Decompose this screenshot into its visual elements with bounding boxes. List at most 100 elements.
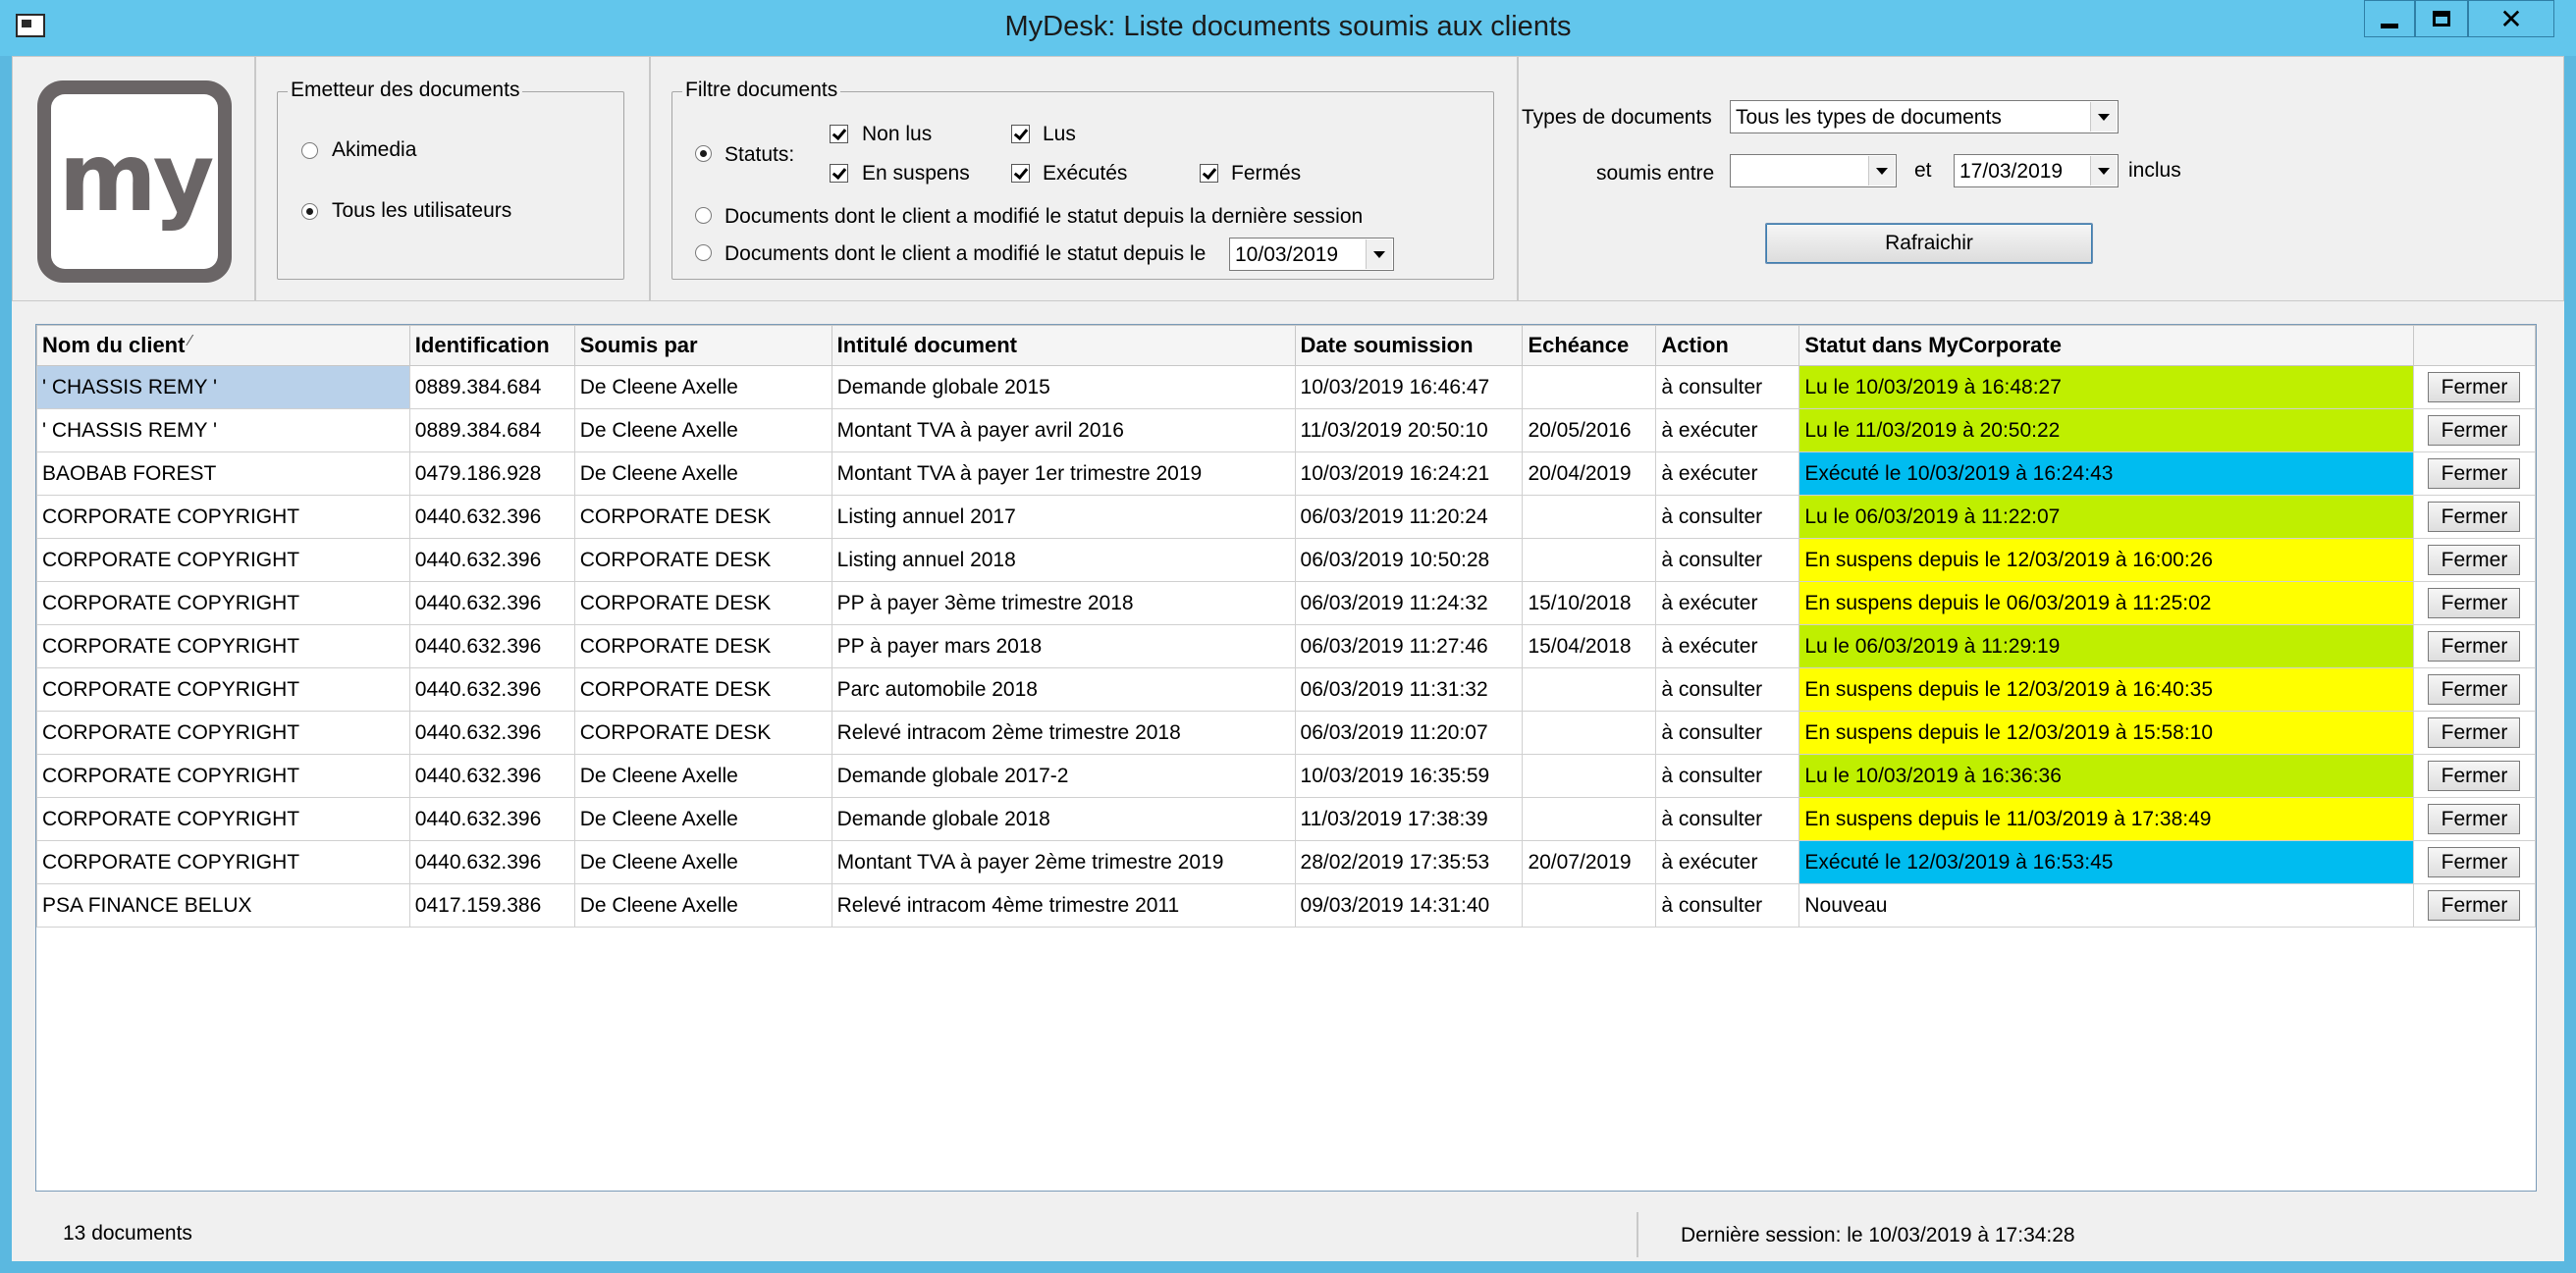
cell-intitule[interactable]: Montant TVA à payer avril 2016 [831, 408, 1296, 452]
cell-statut[interactable]: Nouveau [1798, 883, 2414, 928]
cell-date-soumission[interactable]: 10/03/2019 16:46:47 [1294, 365, 1524, 409]
check-en-suspens-label[interactable]: En suspens [862, 162, 970, 186]
col-header-echeance[interactable]: Echéance [1522, 325, 1657, 366]
table-row[interactable]: CORPORATE COPYRIGHT 0440.632.396 CORPORATE… [36, 538, 2536, 582]
cell-soumis-par[interactable]: De Cleene Axelle [573, 840, 832, 884]
cell-date-soumission[interactable]: 06/03/2019 11:20:07 [1294, 711, 1524, 755]
cell-echeance[interactable] [1522, 667, 1657, 712]
cell-intitule[interactable]: Montant TVA à payer 2ème trimestre 2019 [831, 840, 1296, 884]
col-header-intitule[interactable]: Intitulé document [831, 325, 1296, 366]
chevron-down-icon[interactable] [1366, 239, 1392, 269]
cell-intitule[interactable]: PP à payer 3ème trimestre 2018 [831, 581, 1296, 625]
cell-identification[interactable]: 0440.632.396 [408, 624, 575, 668]
cell-identification[interactable]: 0889.384.684 [408, 365, 575, 409]
depuis-date-picker[interactable]: 10/03/2019 [1229, 238, 1394, 271]
cell-identification[interactable]: 0440.632.396 [408, 840, 575, 884]
cell-nom-client[interactable]: CORPORATE COPYRIGHT [36, 581, 410, 625]
cell-action[interactable]: à consulter [1655, 711, 1800, 755]
cell-intitule[interactable]: Parc automobile 2018 [831, 667, 1296, 712]
cell-statut[interactable]: En suspens depuis le 11/03/2019 à 17:38:… [1798, 797, 2414, 841]
cell-date-soumission[interactable]: 11/03/2019 20:50:10 [1294, 408, 1524, 452]
date-from-picker[interactable] [1730, 154, 1897, 187]
radio-derniere-session[interactable] [695, 207, 712, 224]
cell-echeance[interactable] [1522, 797, 1657, 841]
cell-action[interactable]: à exécuter [1655, 840, 1800, 884]
cell-intitule[interactable]: Demande globale 2018 [831, 797, 1296, 841]
cell-identification[interactable]: 0417.159.386 [408, 883, 575, 928]
cell-date-soumission[interactable]: 06/03/2019 11:27:46 [1294, 624, 1524, 668]
col-header-statut[interactable]: Statut dans MyCorporate [1798, 325, 2414, 366]
fermer-button[interactable]: Fermer [2428, 804, 2521, 834]
radio-tous-utilisateurs-label[interactable]: Tous les utilisateurs [332, 199, 511, 223]
cell-nom-client[interactable]: CORPORATE COPYRIGHT [36, 711, 410, 755]
cell-intitule[interactable]: Listing annuel 2018 [831, 538, 1296, 582]
cell-echeance[interactable]: 15/10/2018 [1522, 581, 1657, 625]
fermer-button[interactable]: Fermer [2428, 890, 2521, 921]
table-row[interactable]: CORPORATE COPYRIGHT 0440.632.396 CORPORATE… [36, 711, 2536, 755]
col-header-soumis-par[interactable]: Soumis par [573, 325, 832, 366]
table-row[interactable]: CORPORATE COPYRIGHT 0440.632.396 CORPORATE… [36, 581, 2536, 625]
cell-soumis-par[interactable]: CORPORATE DESK [573, 581, 832, 625]
chevron-down-icon[interactable] [2090, 156, 2117, 186]
cell-date-soumission[interactable]: 06/03/2019 11:20:24 [1294, 495, 1524, 539]
cell-soumis-par[interactable]: De Cleene Axelle [573, 365, 832, 409]
fermer-button[interactable]: Fermer [2428, 847, 2521, 877]
col-header-nom-client[interactable]: Nom du client ⁄ [36, 325, 410, 366]
cell-action[interactable]: à consulter [1655, 365, 1800, 409]
cell-identification[interactable]: 0889.384.684 [408, 408, 575, 452]
table-row[interactable]: CORPORATE COPYRIGHT 0440.632.396 De Cleene… [36, 840, 2536, 884]
cell-identification[interactable]: 0440.632.396 [408, 495, 575, 539]
col-header-action[interactable]: Action [1655, 325, 1800, 366]
table-row[interactable]: CORPORATE COPYRIGHT 0440.632.396 De Cleene… [36, 797, 2536, 841]
refresh-button[interactable]: Rafraichir [1765, 223, 2093, 264]
cell-identification[interactable]: 0479.186.928 [408, 451, 575, 496]
cell-statut[interactable]: En suspens depuis le 06/03/2019 à 11:25:… [1798, 581, 2414, 625]
cell-identification[interactable]: 0440.632.396 [408, 667, 575, 712]
cell-echeance[interactable] [1522, 711, 1657, 755]
fermer-button[interactable]: Fermer [2428, 372, 2521, 402]
cell-identification[interactable]: 0440.632.396 [408, 538, 575, 582]
cell-soumis-par[interactable]: CORPORATE DESK [573, 495, 832, 539]
cell-action[interactable]: à exécuter [1655, 624, 1800, 668]
cell-nom-client[interactable]: CORPORATE COPYRIGHT [36, 797, 410, 841]
cell-statut[interactable]: Exécuté le 10/03/2019 à 16:24:43 [1798, 451, 2414, 496]
table-row[interactable]: CORPORATE COPYRIGHT 0440.632.396 CORPORATE… [36, 495, 2536, 539]
radio-akimedia[interactable] [301, 142, 318, 159]
types-select[interactable]: Tous les types de documents [1730, 100, 2119, 133]
cell-identification[interactable]: 0440.632.396 [408, 711, 575, 755]
check-non-lus[interactable] [830, 125, 848, 143]
cell-intitule[interactable]: Demande globale 2017-2 [831, 754, 1296, 798]
cell-date-soumission[interactable]: 10/03/2019 16:24:21 [1294, 451, 1524, 496]
radio-depuis-date-label[interactable]: Documents dont le client a modifié le st… [724, 242, 1206, 266]
fermer-button[interactable]: Fermer [2428, 674, 2521, 705]
radio-tous-utilisateurs[interactable] [301, 203, 318, 220]
cell-statut[interactable]: En suspens depuis le 12/03/2019 à 16:00:… [1798, 538, 2414, 582]
cell-action[interactable]: à consulter [1655, 754, 1800, 798]
cell-intitule[interactable]: Montant TVA à payer 1er trimestre 2019 [831, 451, 1296, 496]
cell-nom-client[interactable]: ' CHASSIS REMY ' [36, 408, 410, 452]
minimize-button[interactable] [2364, 0, 2415, 37]
check-lus-label[interactable]: Lus [1043, 123, 1076, 146]
cell-statut[interactable]: Exécuté le 12/03/2019 à 16:53:45 [1798, 840, 2414, 884]
fermer-button[interactable]: Fermer [2428, 588, 2521, 618]
cell-echeance[interactable] [1522, 538, 1657, 582]
check-executes[interactable] [1011, 164, 1030, 183]
cell-statut[interactable]: En suspens depuis le 12/03/2019 à 16:40:… [1798, 667, 2414, 712]
cell-soumis-par[interactable]: CORPORATE DESK [573, 624, 832, 668]
cell-date-soumission[interactable]: 06/03/2019 10:50:28 [1294, 538, 1524, 582]
cell-identification[interactable]: 0440.632.396 [408, 581, 575, 625]
cell-echeance[interactable]: 20/07/2019 [1522, 840, 1657, 884]
chevron-down-icon[interactable] [1868, 156, 1895, 186]
table-row[interactable]: CORPORATE COPYRIGHT 0440.632.396 CORPORATE… [36, 624, 2536, 668]
radio-depuis-date[interactable] [695, 244, 712, 261]
fermer-button[interactable]: Fermer [2428, 458, 2521, 489]
cell-soumis-par[interactable]: De Cleene Axelle [573, 883, 832, 928]
fermer-button[interactable]: Fermer [2428, 502, 2521, 532]
table-row[interactable]: ' CHASSIS REMY ' 0889.384.684 De Cleene Ax… [36, 365, 2536, 409]
cell-statut[interactable]: Lu le 10/03/2019 à 16:36:36 [1798, 754, 2414, 798]
date-to-picker[interactable]: 17/03/2019 [1954, 154, 2119, 187]
check-non-lus-label[interactable]: Non lus [862, 123, 932, 146]
cell-soumis-par[interactable]: CORPORATE DESK [573, 711, 832, 755]
cell-echeance[interactable] [1522, 495, 1657, 539]
cell-echeance[interactable] [1522, 754, 1657, 798]
